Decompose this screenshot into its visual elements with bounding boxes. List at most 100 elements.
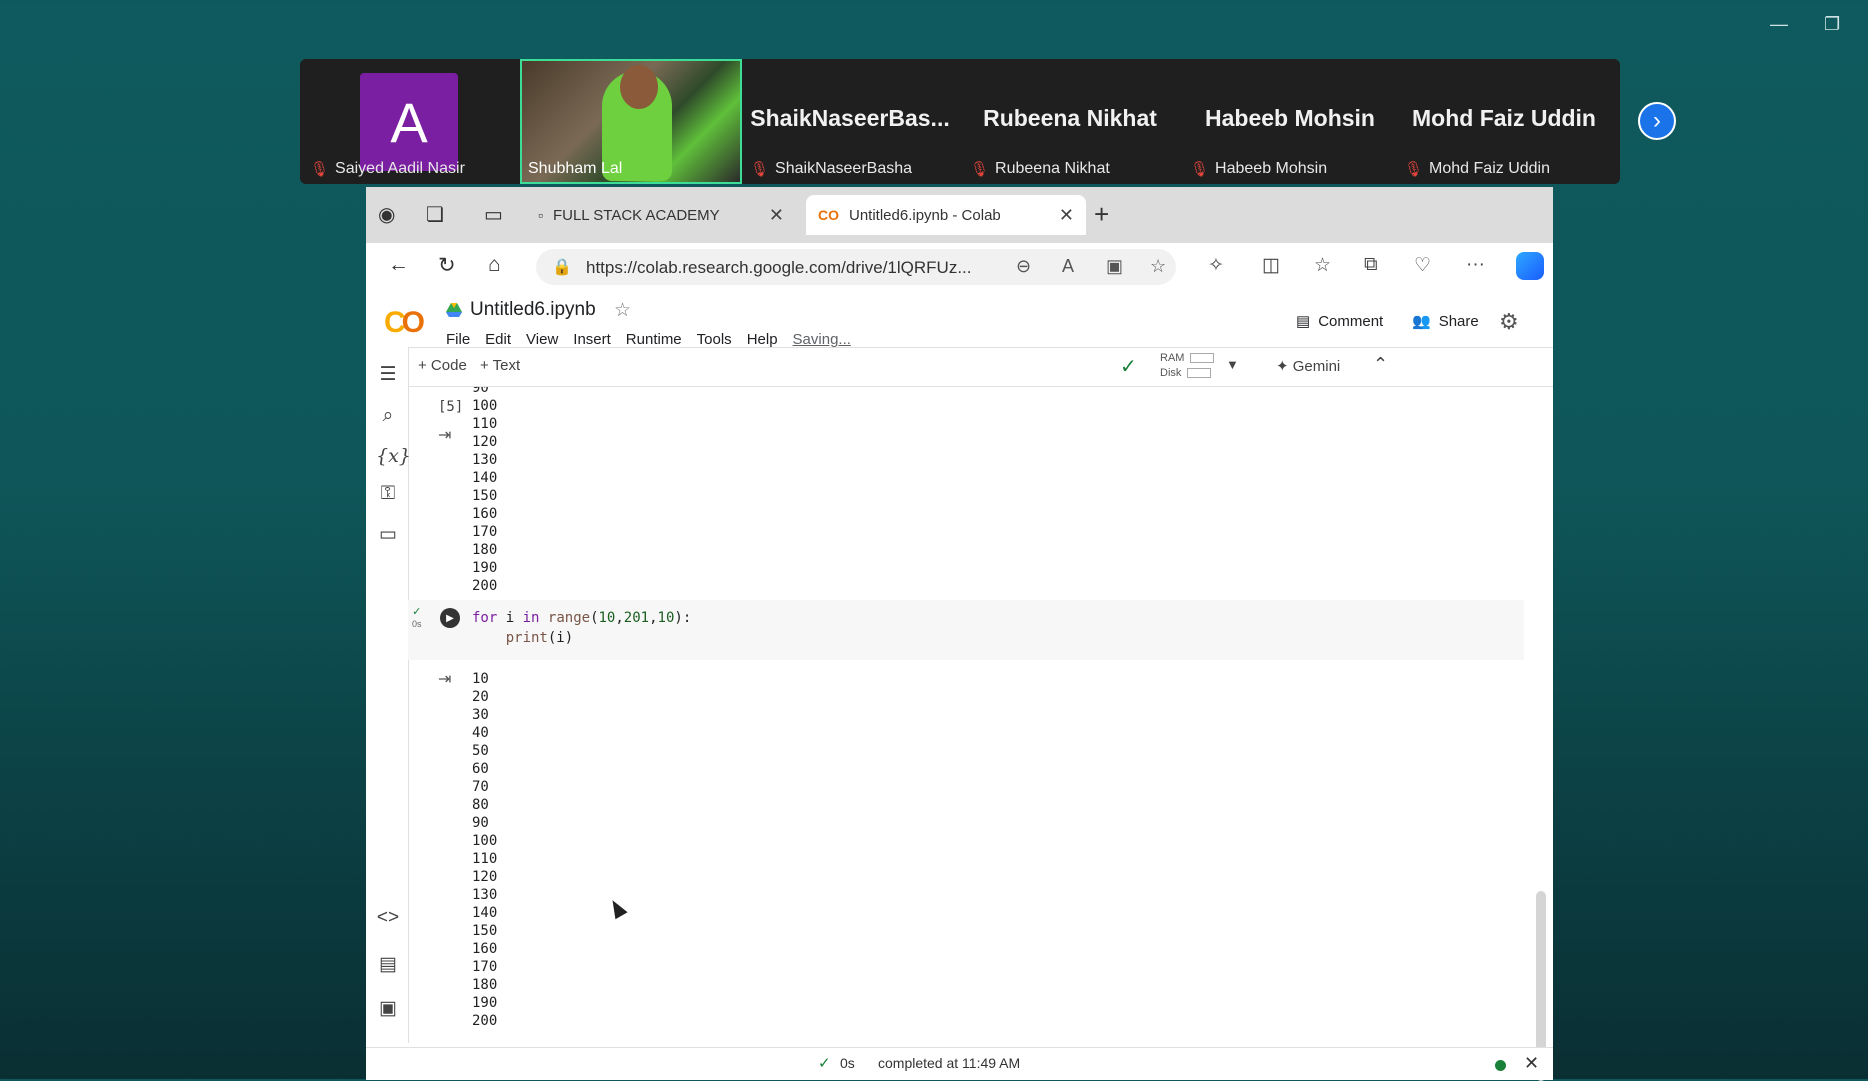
output-line: 90 bbox=[472, 815, 489, 831]
search-icon[interactable]: ⌕ bbox=[376, 405, 400, 427]
favorites-icon[interactable]: ☆ bbox=[1314, 254, 1331, 277]
back-icon[interactable]: ← bbox=[388, 253, 409, 277]
table-of-contents-icon[interactable]: ☰ bbox=[376, 363, 400, 386]
lock-icon[interactable]: 🔒 bbox=[552, 257, 572, 277]
output-line: 180 bbox=[472, 542, 498, 558]
menu-file[interactable]: File bbox=[446, 331, 470, 348]
code-cell[interactable]: ✓ 0s ▶ for i in range(10,201,10): print(i… bbox=[408, 600, 1524, 660]
participant-tile[interactable]: Rubeena Nikhat 🎙 Rubeena Nikhat bbox=[960, 59, 1180, 184]
participant-name: Habeeb Mohsin bbox=[1215, 160, 1328, 177]
extensions-icon[interactable]: ✧ bbox=[1208, 254, 1224, 277]
address-bar[interactable]: 🔒 https://colab.research.google.com/driv… bbox=[536, 249, 1176, 285]
close-tab-icon[interactable]: ✕ bbox=[769, 205, 784, 226]
read-aloud-icon[interactable]: A bbox=[1062, 256, 1074, 277]
url-text[interactable]: https://colab.research.google.com/drive/… bbox=[586, 258, 972, 278]
favorite-star-icon[interactable]: ☆ bbox=[1150, 256, 1166, 277]
split-screen-icon[interactable]: ◫ bbox=[1262, 254, 1280, 277]
cell-execution-count: [5] bbox=[438, 399, 464, 415]
menu-runtime[interactable]: Runtime bbox=[626, 331, 682, 348]
participant-display-name: ShaikNaseerBas... bbox=[750, 105, 950, 131]
menu-help[interactable]: Help bbox=[747, 331, 778, 348]
participant-tile[interactable]: Habeeb Mohsin 🎙 Habeeb Mohsin bbox=[1180, 59, 1400, 184]
close-status-icon[interactable]: ✕ bbox=[1524, 1053, 1539, 1074]
share-button[interactable]: 👥 Share bbox=[1412, 312, 1479, 331]
nav-bar: ← ↻ ⌂ 🔒 https://colab.research.google.co… bbox=[366, 243, 1553, 291]
share-label: Share bbox=[1438, 312, 1479, 330]
menu-view[interactable]: View bbox=[526, 331, 558, 348]
minimize-icon[interactable]: — bbox=[1770, 14, 1788, 35]
workspaces-icon[interactable]: ❏ bbox=[426, 202, 444, 227]
participants-strip: A 🎙 Saiyed Aadil Nasir Shubham Lal ShaikN… bbox=[300, 59, 1620, 184]
tab-full-stack-academy[interactable]: ▫ FULL STACK ACADEMY ✕ bbox=[526, 195, 796, 235]
comment-button[interactable]: ▤ Comment bbox=[1296, 312, 1383, 331]
notebook-toolbar: + Code + Text ✓ RAM Disk ▼ ✦ Gemini ⌃ bbox=[408, 347, 1553, 387]
menu-insert[interactable]: Insert bbox=[573, 331, 611, 348]
browser-window: ◉ ❏ ▭ ▫ FULL STACK ACADEMY ✕ CO Untitled… bbox=[366, 187, 1553, 1081]
video-head bbox=[620, 65, 658, 109]
cell-output: 10 20 30 40 50 60 70 80 90 100 110 120 130 140 150 160 1… bbox=[472, 670, 497, 1030]
add-text-button[interactable]: + Text bbox=[480, 357, 520, 374]
output-toggle-icon[interactable]: ⇥ bbox=[438, 425, 451, 445]
participant-video[interactable]: Shubham Lal bbox=[520, 59, 742, 184]
profile-avatar-icon[interactable]: ◉ bbox=[378, 202, 395, 227]
tab-title: FULL STACK ACADEMY bbox=[552, 206, 720, 224]
colab-logo: CO bbox=[384, 306, 425, 339]
new-tab-icon[interactable]: + bbox=[1094, 199, 1109, 230]
output-line: 150 bbox=[472, 488, 498, 504]
runtime-dropdown-icon[interactable]: ▼ bbox=[1226, 357, 1239, 372]
comment-icon: ▤ bbox=[1296, 313, 1311, 330]
secrets-key-icon[interactable]: ⚿ bbox=[376, 483, 400, 505]
menu-edit[interactable]: Edit bbox=[485, 331, 511, 348]
participant-tile[interactable]: ShaikNaseerBas... 🎙 ShaikNaseerBasha bbox=[740, 59, 960, 184]
command-palette-icon[interactable]: ▤ bbox=[376, 953, 400, 976]
restore-icon[interactable]: ❐ bbox=[1824, 14, 1840, 35]
output-line: 130 bbox=[472, 887, 498, 903]
collapse-header-icon[interactable]: ⌃ bbox=[1373, 354, 1388, 375]
code-snippets-icon[interactable]: <> bbox=[376, 907, 400, 929]
next-participants-button[interactable]: › bbox=[1638, 102, 1676, 140]
gemini-button[interactable]: ✦ Gemini bbox=[1276, 357, 1340, 375]
files-folder-icon[interactable]: ▭ bbox=[376, 523, 400, 546]
menu-tools[interactable]: Tools bbox=[697, 331, 732, 348]
immersive-reader-icon[interactable]: ▣ bbox=[1106, 256, 1123, 277]
saving-status[interactable]: Saving... bbox=[793, 331, 851, 348]
participant-name: Rubeena Nikhat bbox=[995, 160, 1110, 177]
add-code-button[interactable]: + Code bbox=[418, 357, 467, 374]
disk-bar bbox=[1187, 368, 1212, 379]
copilot-icon[interactable] bbox=[1516, 252, 1544, 280]
output-line: 190 bbox=[472, 995, 498, 1011]
more-icon[interactable]: ··· bbox=[1466, 254, 1485, 276]
terminal-icon[interactable]: ▣ bbox=[376, 997, 400, 1020]
notebook-title[interactable]: Untitled6.ipynb bbox=[470, 299, 596, 321]
drive-icon bbox=[446, 303, 462, 317]
tab-colab[interactable]: CO Untitled6.ipynb - Colab ✕ bbox=[806, 195, 1086, 235]
notebook-content: [5] ⇥ 90 100 110 120 130 140 150 160 170 180 190 20… bbox=[408, 387, 1533, 1043]
collections-icon[interactable]: ⧉ bbox=[1364, 254, 1378, 276]
output-line: 100 bbox=[472, 833, 498, 849]
run-cell-button[interactable]: ▶ bbox=[440, 608, 460, 628]
output-line: 110 bbox=[472, 416, 498, 432]
output-line: 10 bbox=[472, 671, 489, 687]
status-text[interactable]: completed at 11:49 AM bbox=[878, 1055, 1020, 1071]
star-icon[interactable]: ☆ bbox=[614, 299, 631, 322]
home-icon[interactable]: ⌂ bbox=[488, 253, 501, 277]
zoom-icon[interactable]: ⊖ bbox=[1016, 256, 1031, 277]
output-line: 160 bbox=[472, 941, 498, 957]
participant-tile[interactable]: A 🎙 Saiyed Aadil Nasir bbox=[300, 59, 520, 184]
connected-check-icon[interactable]: ✓ bbox=[1120, 354, 1137, 379]
ram-disk-indicator[interactable]: RAM Disk bbox=[1160, 351, 1215, 381]
browser-essentials-icon[interactable]: ♡ bbox=[1414, 254, 1431, 277]
close-tab-icon[interactable]: ✕ bbox=[1059, 205, 1074, 226]
output-line: 80 bbox=[472, 797, 489, 813]
page-favicon-icon: ▫ bbox=[538, 207, 543, 223]
variables-icon[interactable]: {x} bbox=[376, 445, 411, 467]
output-line: 40 bbox=[472, 725, 489, 741]
refresh-icon[interactable]: ↻ bbox=[438, 253, 456, 278]
output-line: 180 bbox=[472, 977, 498, 993]
status-bar: ✓ 0s completed at 11:49 AM ✕ bbox=[366, 1047, 1553, 1080]
output-toggle-icon[interactable]: ⇥ bbox=[438, 669, 451, 689]
tab-actions-icon[interactable]: ▭ bbox=[484, 202, 503, 227]
cell-code[interactable]: for i in range(10,201,10): print(i) bbox=[472, 608, 691, 648]
participant-tile[interactable]: Mohd Faiz Uddin 🎙 Mohd Faiz Uddin bbox=[1394, 59, 1614, 184]
settings-gear-icon[interactable]: ⚙ bbox=[1499, 309, 1519, 335]
